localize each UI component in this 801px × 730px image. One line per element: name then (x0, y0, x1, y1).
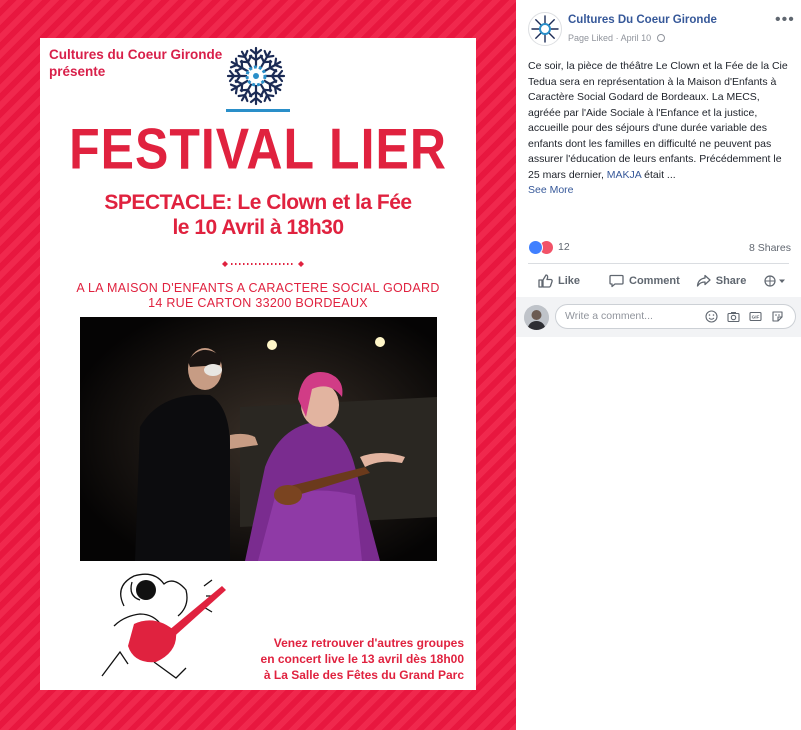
svg-text:GIF: GIF (752, 315, 760, 320)
divider (528, 263, 789, 264)
emoji-icon[interactable] (705, 310, 718, 323)
poster-presents: présente (49, 64, 106, 79)
comment-button[interactable]: Comment (609, 274, 680, 288)
poster-title: FESTIVAL LIER (69, 116, 447, 182)
share-button[interactable]: Share (696, 274, 747, 288)
post-text-part2: était ... (641, 168, 676, 181)
post-text-part1: Ce soir, la pièce de théâtre Le Clown et… (528, 60, 788, 181)
comment-bubble-icon (609, 274, 624, 288)
sticker-icon[interactable] (771, 310, 784, 323)
user-avatar[interactable] (524, 305, 549, 330)
action-bar: Like Comment Share (528, 269, 790, 293)
comment-label: Comment (629, 275, 680, 287)
snowflake-icon (531, 15, 559, 43)
see-more-link[interactable]: See More (528, 183, 792, 199)
share-label: Share (715, 275, 747, 287)
decorative-divider (222, 261, 304, 267)
user-photo-icon (524, 305, 549, 330)
event-poster: Cultures du Coeur Gironde présente FESTI… (40, 38, 476, 690)
like-label: Like (558, 275, 581, 287)
globe-icon (656, 34, 665, 42)
shares-count[interactable]: 8 Shares (749, 242, 791, 254)
like-reaction-icon (528, 239, 543, 255)
thumbs-up-icon (538, 274, 553, 288)
camera-icon[interactable] (727, 310, 740, 323)
concert-line-1: Venez retrouver d'autres groupes (273, 636, 464, 650)
snowflake-logo-icon (226, 46, 286, 106)
poster-address: 14 RUE CARTON 33200 BORDEAUX (148, 296, 368, 310)
gif-icon[interactable]: GIF (749, 310, 762, 323)
poster-show-title: SPECTACLE: Le Clown et la Fée (104, 191, 412, 214)
post-body: Ce soir, la pièce de théâtre Le Clown et… (528, 59, 792, 199)
stage-photo (80, 317, 437, 561)
post-photo[interactable]: Cultures du Coeur Gironde présente FESTI… (0, 0, 516, 730)
post-date-link[interactable]: April 10 (621, 33, 652, 43)
comment-composer: GIF (516, 297, 801, 337)
page-avatar[interactable] (528, 12, 562, 46)
share-arrow-icon (696, 274, 711, 287)
comment-input[interactable] (565, 310, 700, 322)
page-name-link[interactable]: Cultures Du Coeur Gironde (568, 14, 717, 26)
post-meta: Page Liked · April 10 (568, 33, 665, 43)
reaction-count: 12 (558, 241, 570, 253)
poster-concert-info: Venez retrouver d'autres groupes en conc… (261, 635, 464, 683)
musician-illustration (101, 573, 226, 679)
mention-link[interactable]: MAKJA (607, 169, 641, 181)
poster-venue: A LA MAISON D'ENFANTS A CARACTERE SOCIAL… (76, 281, 440, 295)
page-liked-status[interactable]: Page Liked (568, 33, 613, 43)
like-button[interactable]: Like (538, 274, 580, 288)
page-avatar-dropdown-icon (764, 275, 786, 287)
poster-org-name: Cultures du Coeur Gironde (49, 47, 223, 62)
comment-input-wrapper: GIF (555, 304, 796, 329)
logo-underline (226, 109, 290, 112)
audience-selector[interactable] (764, 275, 791, 287)
more-options-icon[interactable]: ••• (775, 12, 795, 28)
reactions-summary[interactable]: 12 (528, 239, 570, 255)
poster-date: le 10 Avril à 18h30 (172, 216, 344, 239)
concert-line-3: à La Salle des Fêtes du Grand Parc (263, 668, 464, 682)
concert-line-2: en concert live le 13 avril dès 18h00 (260, 652, 464, 666)
post-panel: Cultures Du Coeur Gironde Page Liked · A… (516, 0, 801, 730)
